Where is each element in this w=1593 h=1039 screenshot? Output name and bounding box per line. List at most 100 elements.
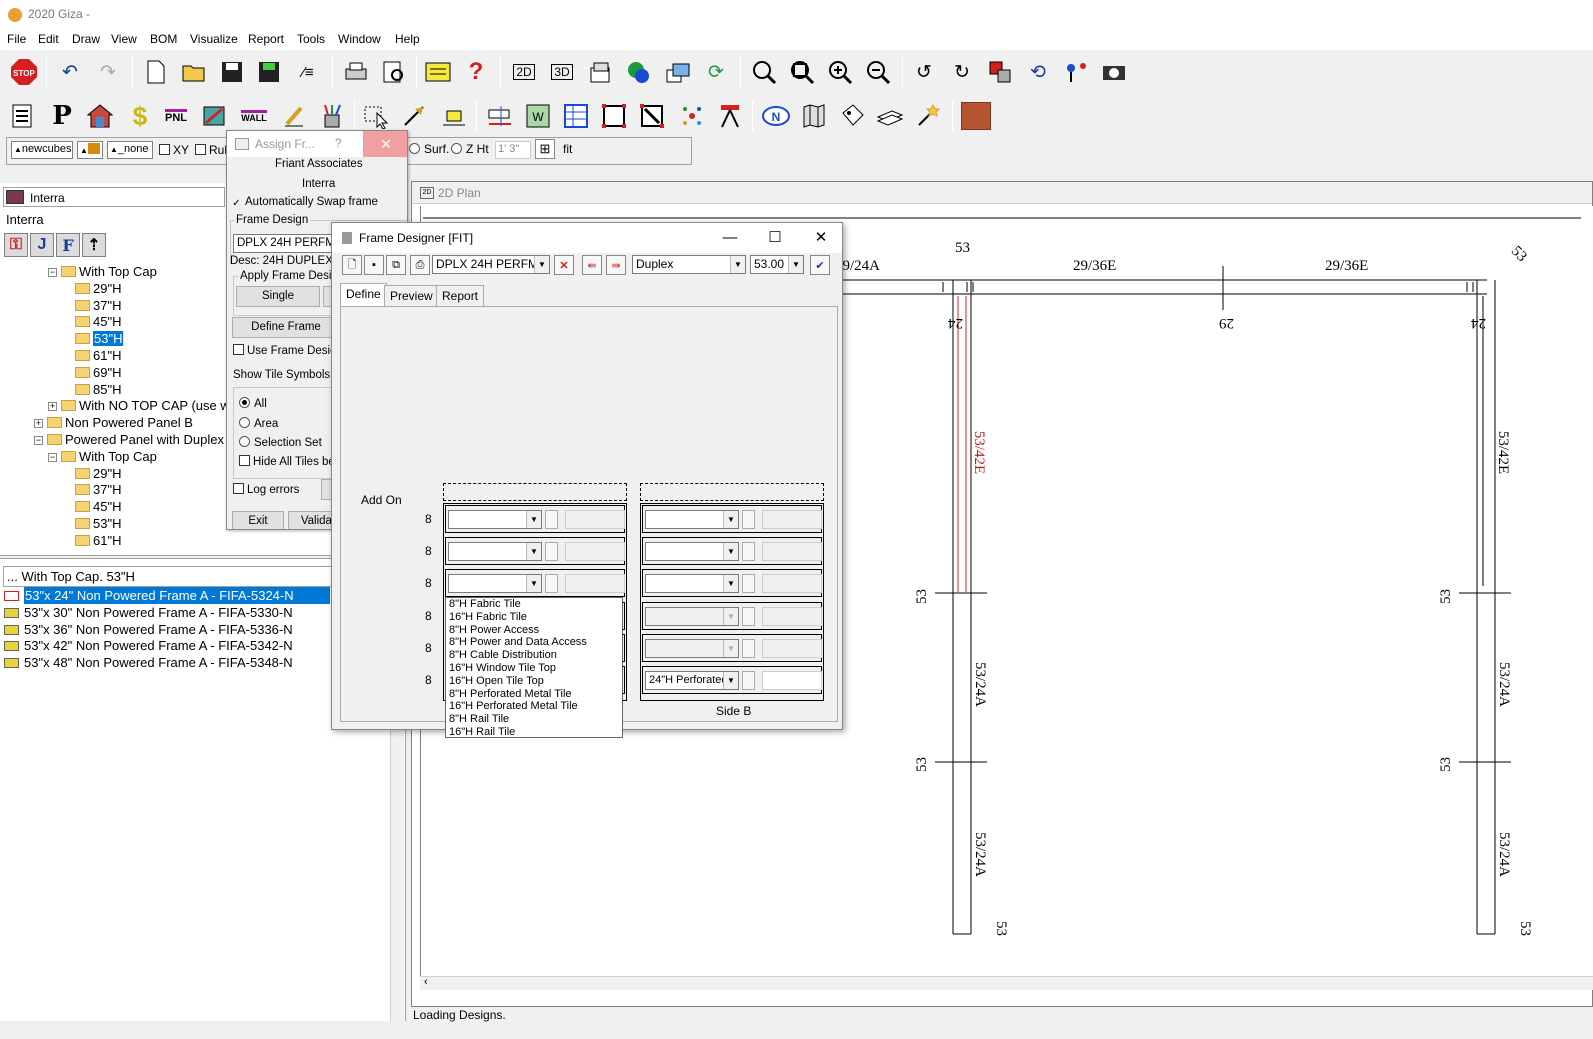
wall-icon[interactable]: WALL bbox=[238, 100, 270, 132]
tile-type-select[interactable]: ▼ bbox=[645, 510, 739, 529]
select-icon[interactable] bbox=[360, 100, 392, 132]
view-2d-icon[interactable]: 2D bbox=[508, 56, 540, 88]
tree-node[interactable]: 61"H bbox=[62, 347, 121, 364]
fd-export-icon[interactable]: ⇛ bbox=[606, 255, 626, 275]
tile-option-button[interactable] bbox=[742, 671, 755, 690]
use-frame-checkbox[interactable]: Use Frame Design bbox=[233, 344, 343, 357]
rotate-left-icon[interactable]: ↺ bbox=[908, 56, 940, 88]
dropdown-option[interactable]: 16"H Rail Tile bbox=[446, 726, 622, 739]
tree-node[interactable]: 53"H bbox=[62, 515, 121, 532]
table-icon[interactable] bbox=[560, 100, 592, 132]
stop-icon[interactable]: STOP bbox=[8, 56, 40, 88]
tile-finish-field[interactable] bbox=[762, 607, 822, 626]
dropdown-option[interactable]: 16"H Fabric Tile bbox=[446, 611, 622, 624]
menu-tools[interactable]: Tools bbox=[297, 32, 325, 46]
hook-icon[interactable]: J bbox=[30, 233, 54, 257]
open-icon[interactable] bbox=[178, 56, 210, 88]
worksurface-icon[interactable]: W bbox=[522, 100, 554, 132]
close-icon[interactable]: ✕ bbox=[806, 227, 836, 249]
fd-import-icon[interactable]: ⇚ bbox=[582, 255, 602, 275]
single-button[interactable]: Single bbox=[236, 286, 320, 307]
fd-type-select[interactable]: Duplex ▼ bbox=[632, 255, 746, 274]
print-preview-icon[interactable] bbox=[378, 56, 410, 88]
tile-type-select[interactable]: ▼ bbox=[645, 607, 739, 626]
frame-f-icon[interactable]: F bbox=[56, 233, 80, 257]
undo-icon[interactable]: ↶ bbox=[54, 56, 86, 88]
tile-finish-field[interactable] bbox=[565, 542, 625, 561]
menu-window[interactable]: Window bbox=[338, 32, 381, 46]
tile-finish-field[interactable] bbox=[565, 510, 625, 529]
flip-icon[interactable] bbox=[984, 56, 1016, 88]
minimize-icon[interactable]: — bbox=[715, 227, 745, 249]
tile-option-button[interactable] bbox=[742, 510, 755, 529]
lock-icon[interactable]: ⚿ bbox=[4, 233, 28, 257]
tab-define[interactable]: Define bbox=[340, 283, 387, 307]
expand-icon[interactable]: + bbox=[34, 419, 43, 429]
help-icon[interactable]: ? bbox=[460, 56, 492, 88]
dropdown-option[interactable]: 8"H Fabric Tile bbox=[446, 598, 622, 611]
selection-set-radio[interactable]: Selection Set bbox=[239, 436, 322, 449]
collapse-icon[interactable]: − bbox=[48, 268, 57, 277]
fd-design-select[interactable]: DPLX 24H PERFMT ▼ bbox=[432, 255, 550, 274]
layer-color-button[interactable]: ▲ bbox=[77, 141, 103, 159]
tree-node[interactable]: 29"H bbox=[62, 280, 121, 297]
auto-swap-checkbox[interactable]: ✓ Automatically Swap frame bbox=[231, 196, 378, 210]
tile-finish-field[interactable] bbox=[762, 639, 822, 658]
fd-print-icon[interactable]: ⎙ bbox=[410, 255, 430, 275]
zoom-window-icon[interactable] bbox=[748, 56, 780, 88]
tab-preview[interactable]: Preview bbox=[384, 285, 439, 307]
save-icon[interactable] bbox=[216, 56, 248, 88]
assign-close-icon[interactable]: ✕ bbox=[363, 131, 407, 157]
move-icon[interactable] bbox=[398, 100, 430, 132]
expand-icon[interactable]: + bbox=[48, 402, 57, 412]
dropdown-option[interactable]: 8"H Cable Distribution bbox=[446, 649, 622, 662]
fd-height-select[interactable]: 53.00 ▼ bbox=[750, 255, 804, 274]
list-item[interactable]: 53"x 36" Non Powered Frame A - FIFA-5336… bbox=[4, 621, 293, 638]
tile-type-select[interactable]: ▼ bbox=[645, 574, 739, 593]
pin-icon[interactable] bbox=[1060, 56, 1092, 88]
fd-delete-icon[interactable]: ✕ bbox=[554, 255, 574, 275]
magic-wand-icon[interactable] bbox=[912, 100, 944, 132]
house-icon[interactable] bbox=[84, 100, 116, 132]
surf-radio[interactable]: Surf. bbox=[409, 142, 449, 156]
new-icon[interactable] bbox=[140, 56, 172, 88]
sparkle-icon[interactable] bbox=[676, 100, 708, 132]
maximize-icon[interactable]: ☐ bbox=[760, 227, 790, 249]
fit-grid-icon[interactable]: ⊞ bbox=[535, 139, 555, 159]
layer-none-button[interactable]: ▲_none bbox=[107, 141, 153, 159]
rectangle-icon[interactable] bbox=[598, 100, 630, 132]
list-item[interactable]: 53"x 24" Non Powered Frame A - FIFA-5324… bbox=[4, 587, 330, 604]
pencil-icon[interactable] bbox=[278, 100, 310, 132]
collapse-icon[interactable]: − bbox=[48, 452, 57, 462]
menu-bom[interactable]: BOM bbox=[150, 32, 177, 46]
tree-node[interactable]: + With NO TOP CAP (use w bbox=[48, 397, 230, 414]
network-icon[interactable]: N bbox=[760, 100, 792, 132]
tile-type-select[interactable]: ▼ bbox=[448, 542, 542, 561]
easel-icon[interactable] bbox=[714, 100, 746, 132]
tag-icon[interactable] bbox=[836, 100, 868, 132]
collapse-icon[interactable]: − bbox=[34, 436, 43, 445]
tree-node[interactable]: 85"H bbox=[62, 381, 121, 398]
component-icon[interactable] bbox=[636, 100, 668, 132]
menu-file[interactable]: File bbox=[7, 32, 26, 46]
side-b-addon-slot[interactable] bbox=[640, 483, 824, 501]
redo-icon[interactable]: ↷ bbox=[92, 56, 124, 88]
assign-help-icon[interactable]: ? bbox=[335, 136, 342, 150]
fd-copy-icon[interactable]: ⧉ bbox=[386, 255, 406, 275]
tree-node[interactable]: − Powered Panel with Duplex bbox=[34, 431, 224, 448]
tab-report[interactable]: Report bbox=[436, 285, 485, 307]
layer-newcubes-button[interactable]: ▲newcubes bbox=[11, 141, 73, 159]
tile-type-select[interactable]: ▼ bbox=[448, 574, 542, 593]
catalog-combo[interactable]: Interra bbox=[3, 187, 225, 207]
tree-node[interactable]: 45"H bbox=[62, 498, 121, 515]
side-a-addon-slot[interactable] bbox=[443, 483, 627, 501]
windows-icon[interactable] bbox=[662, 56, 694, 88]
zoom-out-icon[interactable] bbox=[862, 56, 894, 88]
list-item[interactable]: 53"x 48" Non Powered Frame A - FIFA-5348… bbox=[4, 654, 293, 671]
zoom-extents-icon[interactable] bbox=[786, 56, 818, 88]
dropdown-option[interactable]: 8"H Perforated Metal Tile bbox=[446, 688, 622, 701]
log-errors-checkbox[interactable]: Log errors bbox=[233, 483, 299, 496]
catalog-list-icon[interactable] bbox=[6, 100, 38, 132]
zoom-in-icon[interactable] bbox=[824, 56, 856, 88]
tile-finish-field[interactable] bbox=[565, 574, 625, 593]
